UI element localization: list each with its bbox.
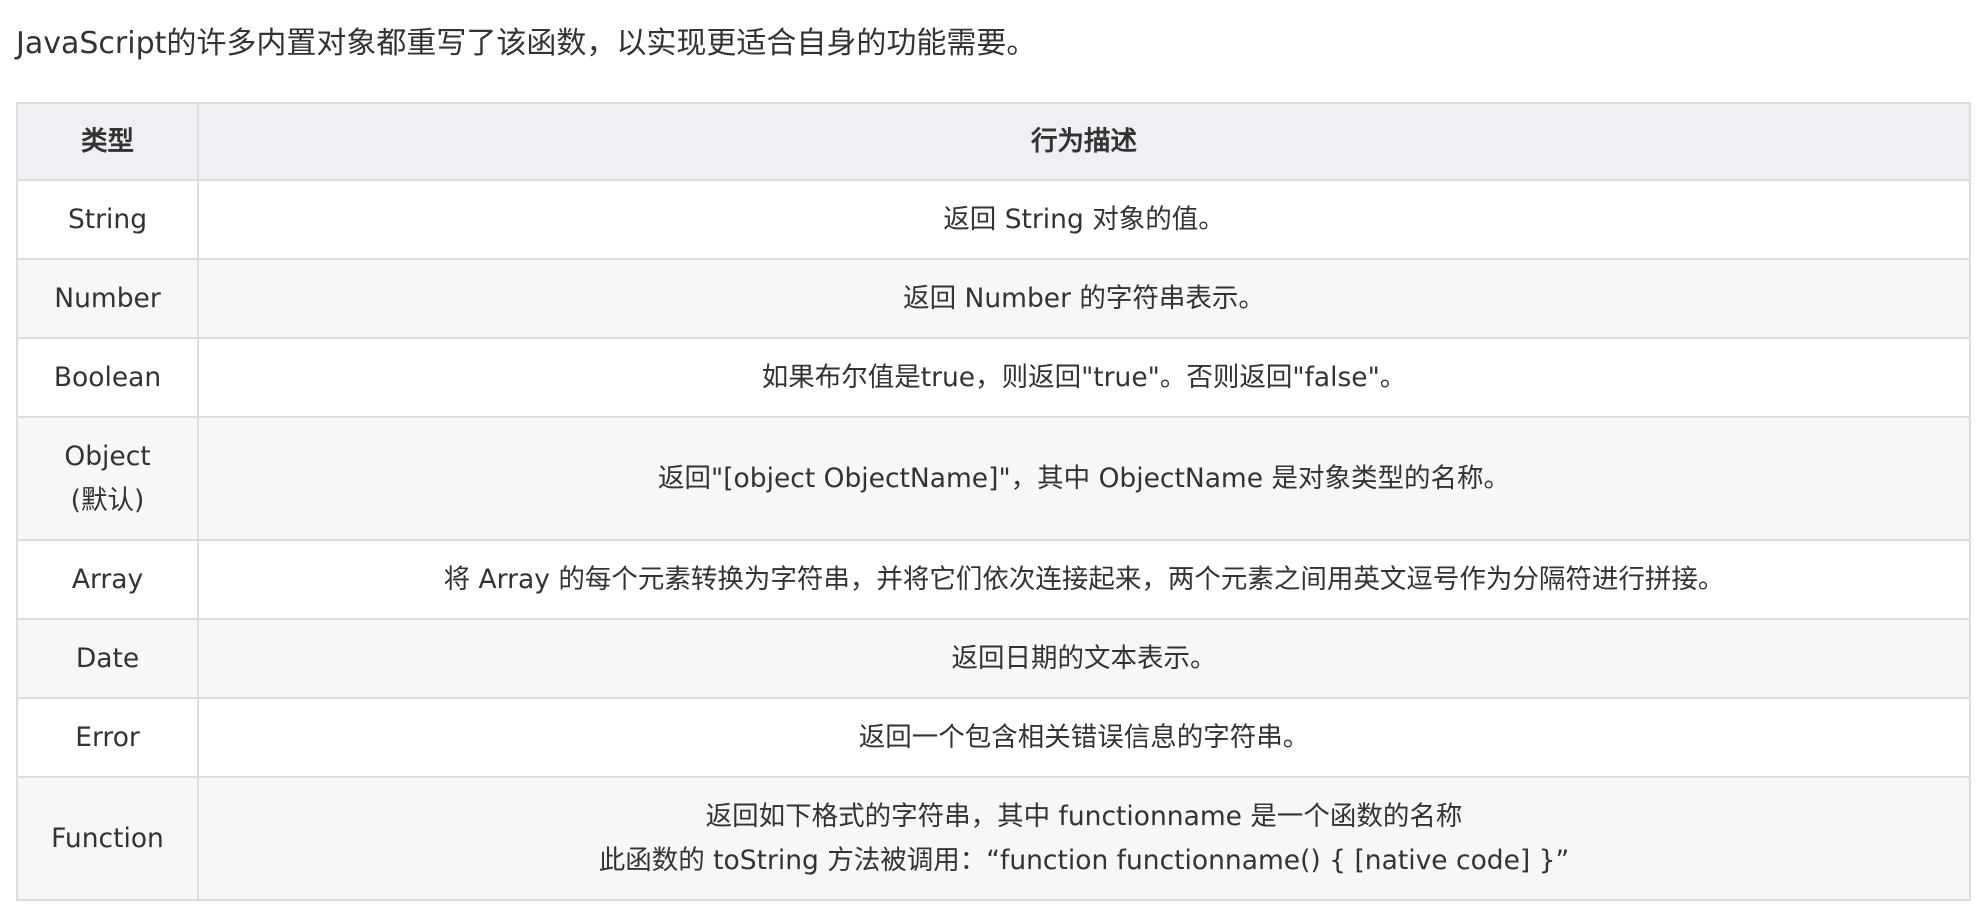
type-cell: Function (16, 776, 199, 901)
table-row: Object (默认) 返回"[object ObjectName]"，其中 O… (16, 416, 1971, 541)
table-row: Function 返回如下格式的字符串，其中 functionname 是一个函… (16, 776, 1971, 901)
type-text: Object (64, 440, 151, 472)
description-text: 返回 Number 的字符串表示。 (903, 282, 1265, 314)
type-text: Error (75, 721, 140, 753)
description-cell: 返回日期的文本表示。 (197, 618, 1971, 699)
description-cell: 返回 Number 的字符串表示。 (197, 258, 1971, 339)
table-row: String 返回 String 对象的值。 (16, 179, 1971, 260)
type-cell: Error (16, 697, 199, 778)
type-cell: Array (16, 539, 199, 620)
description-text: 返回 String 对象的值。 (943, 203, 1225, 235)
table-header-row: 类型 行为描述 (16, 102, 1971, 181)
tostring-behavior-table: 类型 行为描述 String 返回 String 对象的值。 Number 返回… (16, 102, 1971, 901)
type-note: (默认) (70, 484, 145, 516)
description-cell: 将 Array 的每个元素转换为字符串，并将它们依次连接起来，两个元素之间用英文… (197, 539, 1971, 620)
table-row: Date 返回日期的文本表示。 (16, 618, 1971, 699)
description-text: 如果布尔值是true，则返回"true"。否则返回"false"。 (761, 361, 1407, 393)
type-cell: Boolean (16, 337, 199, 418)
type-cell: Object (默认) (16, 416, 199, 541)
description-text: 将 Array 的每个元素转换为字符串，并将它们依次连接起来，两个元素之间用英文… (443, 563, 1725, 595)
description-text-line-2: 此函数的 toString 方法被调用：“function functionna… (598, 844, 1570, 876)
type-cell: String (16, 179, 199, 260)
table-row: Error 返回一个包含相关错误信息的字符串。 (16, 697, 1971, 778)
type-text: Number (54, 282, 161, 314)
type-text: Boolean (53, 361, 162, 393)
document-page: JavaScript的许多内置对象都重写了该函数，以实现更适合自身的功能需要。 … (0, 0, 1982, 918)
table-row: Boolean 如果布尔值是true，则返回"true"。否则返回"false"… (16, 337, 1971, 418)
type-text: String (67, 203, 148, 235)
type-cell: Number (16, 258, 199, 339)
description-cell: 如果布尔值是true，则返回"true"。否则返回"false"。 (197, 337, 1971, 418)
header-description: 行为描述 (197, 102, 1971, 181)
table-row: Array 将 Array 的每个元素转换为字符串，并将它们依次连接起来，两个元… (16, 539, 1971, 620)
description-cell: 返回如下格式的字符串，其中 functionname 是一个函数的名称 此函数的… (197, 776, 1971, 901)
type-text: Date (75, 642, 140, 674)
description-text: 返回"[object ObjectName]"，其中 ObjectName 是对… (658, 462, 1510, 494)
type-cell: Date (16, 618, 199, 699)
description-text: 返回如下格式的字符串，其中 functionname 是一个函数的名称 (705, 800, 1463, 832)
type-text: Array (71, 563, 144, 595)
description-cell: 返回"[object ObjectName]"，其中 ObjectName 是对… (197, 416, 1971, 541)
header-type: 类型 (16, 102, 199, 181)
intro-paragraph: JavaScript的许多内置对象都重写了该函数，以实现更适合自身的功能需要。 (16, 26, 1037, 61)
description-cell: 返回一个包含相关错误信息的字符串。 (197, 697, 1971, 778)
type-text: Function (51, 822, 164, 854)
table-row: Number 返回 Number 的字符串表示。 (16, 258, 1971, 339)
description-cell: 返回 String 对象的值。 (197, 179, 1971, 260)
description-text: 返回日期的文本表示。 (951, 642, 1217, 674)
description-text: 返回一个包含相关错误信息的字符串。 (858, 721, 1310, 753)
